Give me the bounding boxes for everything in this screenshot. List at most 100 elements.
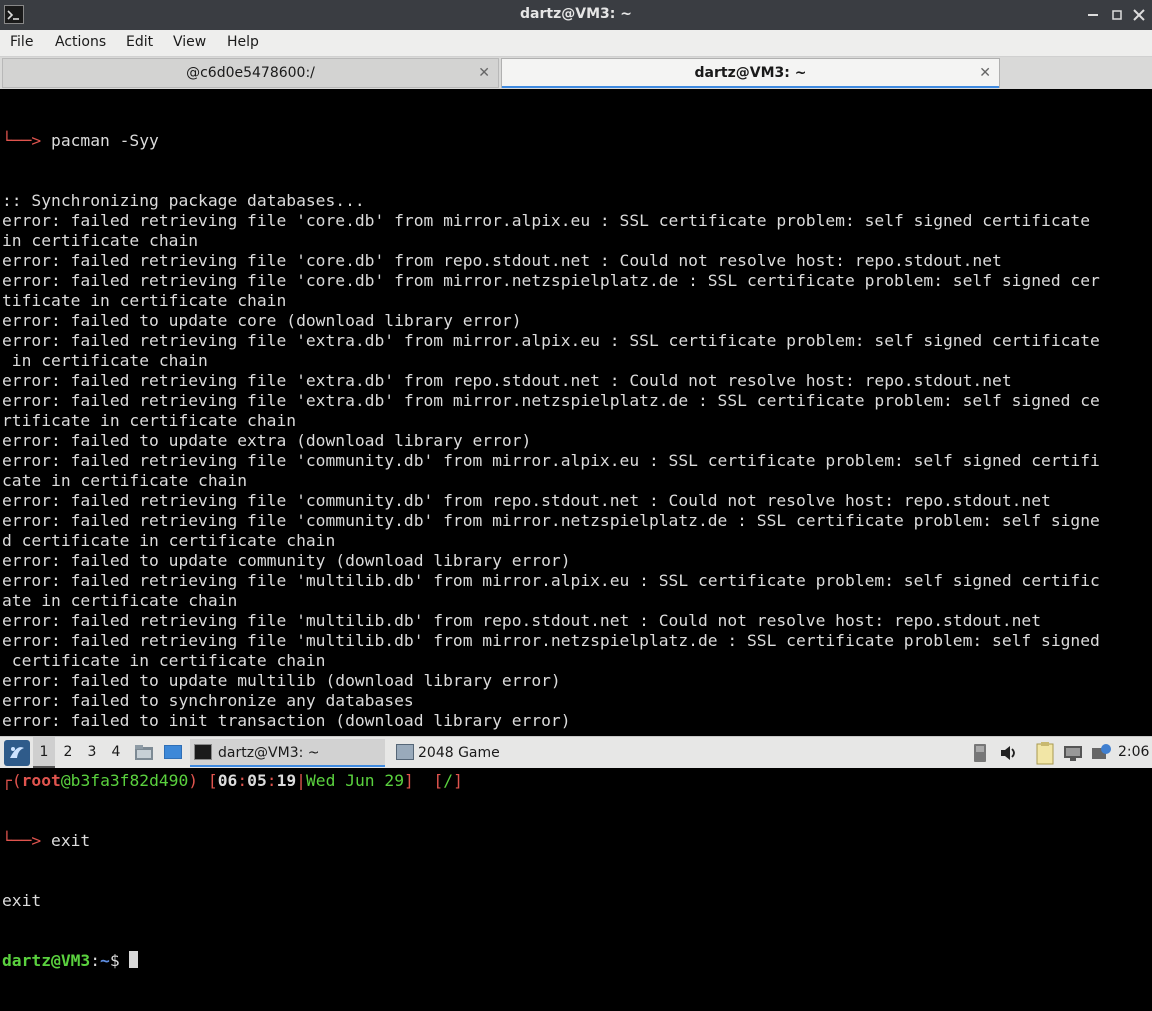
- output-line: tificate in certificate chain: [2, 291, 287, 310]
- output-line: in certificate chain: [2, 231, 199, 250]
- menu-help[interactable]: Help: [227, 34, 259, 50]
- prompt-pipe: |: [296, 771, 306, 790]
- update-notifier-icon[interactable]: [1090, 743, 1112, 763]
- desktop-4-button[interactable]: 4: [105, 737, 127, 768]
- tab-bar: @c6d0e5478600:/ ✕ dartz@VM3: ~ ✕: [0, 57, 1152, 89]
- menu-bar: File Actions Edit View Help: [0, 30, 1152, 57]
- shell-prompt-line: dartz@VM3:~$: [2, 951, 1100, 971]
- menu-actions[interactable]: Actions: [55, 34, 106, 50]
- taskbar: 1 2 3 4 dartz@VM3: ~ 2048 Game 2:06: [0, 736, 1152, 768]
- output-line: cate in certificate chain: [2, 471, 248, 490]
- task-label: dartz@VM3: ~: [218, 745, 320, 761]
- prompt-line: ┌(root@b3fa3f82d490) [06:05:19|Wed Jun 2…: [2, 771, 1100, 791]
- minimize-icon[interactable]: [1083, 5, 1103, 25]
- output-line: error: failed retrieving file 'extra.db'…: [2, 371, 1012, 390]
- prompt-second: 19: [276, 771, 297, 790]
- window-task-icon: [396, 744, 414, 760]
- prompt-paren: ): [188, 771, 199, 790]
- prompt-colon: :: [266, 771, 277, 790]
- prompt-dir: /: [443, 771, 454, 790]
- prompt-colon: :: [237, 771, 248, 790]
- desktop-2-button[interactable]: 2: [57, 737, 79, 768]
- output-line: error: failed retrieving file 'core.db' …: [2, 251, 1002, 270]
- terminal-task-icon: [194, 744, 212, 760]
- tab-local-session[interactable]: dartz@VM3: ~ ✕: [501, 58, 1000, 88]
- output-line: :: Synchronizing package databases...: [2, 191, 365, 210]
- network-icon[interactable]: [1062, 743, 1084, 763]
- window-titlebar[interactable]: dartz@VM3: ~: [0, 0, 1152, 30]
- removable-media-icon[interactable]: [972, 743, 988, 763]
- command-line: └──> pacman -Syy: [2, 131, 1100, 151]
- prompt-hour: 06: [217, 771, 238, 790]
- output-line: error: failed retrieving file 'core.db' …: [2, 271, 1100, 290]
- output-line: error: failed to synchronize any databas…: [2, 691, 414, 710]
- prompt-arrow: └──>: [2, 131, 52, 150]
- prompt-bracket: [: [198, 771, 218, 790]
- prompt-corner: ┌: [2, 771, 12, 790]
- shell-path: ~: [100, 951, 110, 970]
- output-line: error: failed retrieving file 'community…: [2, 511, 1100, 530]
- maximize-icon[interactable]: [1107, 5, 1127, 25]
- prompt-minute: 05: [247, 771, 267, 790]
- prompt-at: @: [60, 771, 71, 790]
- menu-edit[interactable]: Edit: [126, 34, 153, 50]
- output-line: error: failed to update extra (download …: [2, 431, 532, 450]
- command-text: pacman -Syy: [51, 131, 159, 150]
- text-cursor: [129, 951, 139, 968]
- output-line: error: failed retrieving file 'multilib.…: [2, 631, 1100, 650]
- prompt-user: root: [21, 771, 61, 790]
- tab-label: @c6d0e5478600:/: [186, 65, 315, 81]
- tab-label: dartz@VM3: ~: [694, 65, 807, 81]
- output-line: error: failed to init transaction (downl…: [2, 711, 571, 730]
- file-manager-icon[interactable]: [134, 742, 154, 762]
- output-line: error: failed retrieving file 'core.db' …: [2, 211, 1091, 230]
- task-2048-game[interactable]: 2048 Game: [392, 739, 582, 767]
- prompt-paren: (: [11, 771, 22, 790]
- show-desktop-icon[interactable]: [162, 742, 184, 762]
- terminal-output: └──> pacman -Syy :: Synchronizing packag…: [2, 91, 1100, 1011]
- command-text: exit: [51, 831, 91, 850]
- exit-output-line: exit: [2, 891, 42, 910]
- window-title: dartz@VM3: ~: [520, 6, 632, 22]
- prompt-host: b3fa3f82d490: [70, 771, 189, 790]
- output-line: certificate in certificate chain: [2, 651, 326, 670]
- close-tab-icon[interactable]: ✕: [478, 59, 490, 88]
- output-line: error: failed retrieving file 'community…: [2, 451, 1100, 470]
- output-line: error: failed to update core (download l…: [2, 311, 522, 330]
- output-line: error: failed retrieving file 'extra.db'…: [2, 391, 1100, 410]
- prompt-arrow: └──>: [2, 831, 52, 850]
- prompt-bracket: ]: [453, 771, 463, 790]
- start-menu-icon[interactable]: [4, 740, 30, 766]
- task-terminal[interactable]: dartz@VM3: ~: [190, 739, 385, 767]
- output-line: error: failed retrieving file 'extra.db'…: [2, 331, 1100, 350]
- prompt-bracket: [: [413, 771, 444, 790]
- output-line: ate in certificate chain: [2, 591, 238, 610]
- volume-icon[interactable]: [998, 743, 1020, 763]
- output-lines: :: Synchronizing package databases... err…: [2, 191, 1100, 731]
- output-line: error: failed to update community (downl…: [2, 551, 571, 570]
- active-tab-indicator: [502, 86, 999, 88]
- clipboard-icon[interactable]: [1034, 740, 1056, 766]
- shell-user-host: dartz@VM3: [2, 951, 91, 970]
- prompt-date: Wed Jun 29: [305, 771, 405, 790]
- shell-dollar: $: [109, 951, 130, 970]
- menu-view[interactable]: View: [173, 34, 206, 50]
- desktop-1-button[interactable]: 1: [33, 737, 55, 768]
- output-line: in certificate chain: [2, 351, 208, 370]
- output-line: d certificate in certificate chain: [2, 531, 336, 550]
- output-line: error: failed retrieving file 'multilib.…: [2, 611, 1042, 630]
- exit-command-line: └──> exit: [2, 831, 1100, 851]
- tab-container-session[interactable]: @c6d0e5478600:/ ✕: [2, 58, 499, 88]
- close-icon[interactable]: [1129, 5, 1149, 25]
- output-line: rtificate in certificate chain: [2, 411, 297, 430]
- output-line: error: failed to update multilib (downlo…: [2, 671, 561, 690]
- menu-file[interactable]: File: [10, 34, 33, 50]
- shell-colon: :: [90, 951, 101, 970]
- prompt-bracket: ]: [404, 771, 414, 790]
- clock[interactable]: 2:06: [1118, 744, 1149, 760]
- close-tab-icon[interactable]: ✕: [979, 59, 991, 88]
- terminal-view[interactable]: └──> pacman -Syy :: Synchronizing packag…: [0, 91, 1152, 970]
- desktop-3-button[interactable]: 3: [81, 737, 103, 768]
- task-label: 2048 Game: [418, 745, 500, 761]
- output-line: error: failed retrieving file 'multilib.…: [2, 571, 1100, 590]
